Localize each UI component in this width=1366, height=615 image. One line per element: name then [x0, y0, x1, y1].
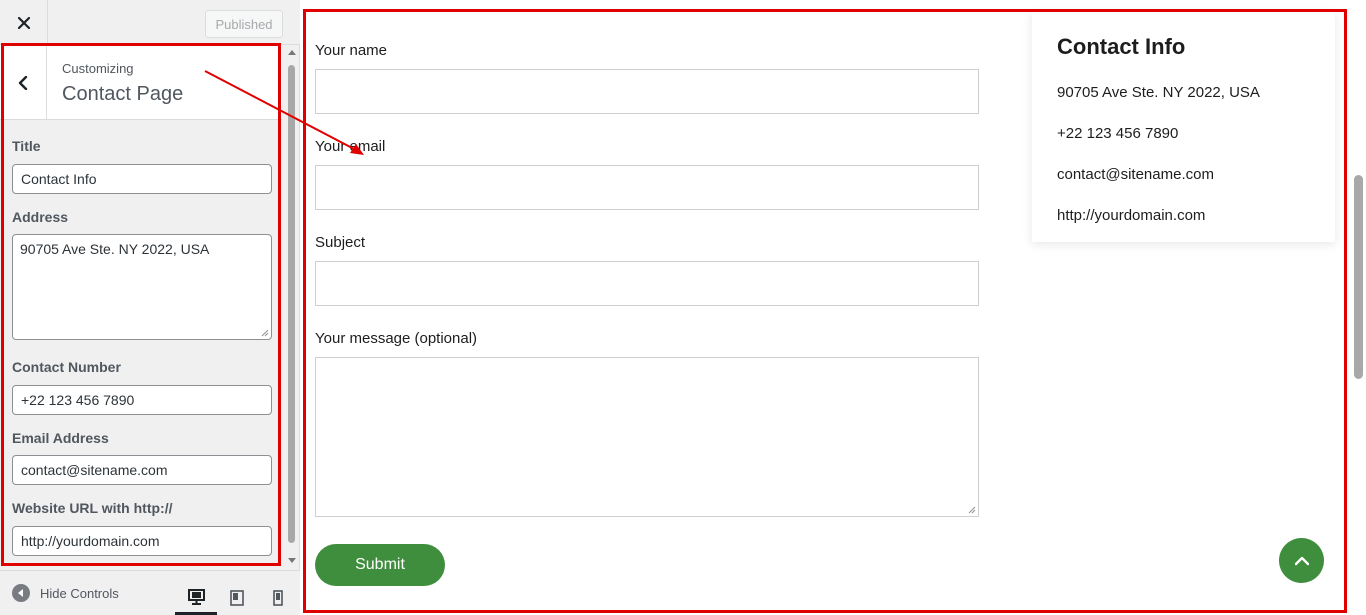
subject-input[interactable] — [315, 261, 979, 306]
customizer-footer: Hide Controls — [0, 570, 300, 615]
preview-scroll-thumb[interactable] — [1354, 175, 1363, 379]
your-email-input[interactable] — [315, 165, 979, 210]
your-name-label: Your name — [315, 42, 387, 59]
breadcrumb: Customizing — [62, 61, 134, 76]
resize-grip-icon[interactable] — [968, 506, 976, 514]
desktop-icon — [187, 588, 205, 605]
customizer-topbar: Published — [0, 0, 300, 45]
close-customizer-button[interactable] — [0, 0, 48, 45]
website-url-label: Website URL with http:// — [12, 500, 173, 516]
sidebar-scrollbar[interactable] — [285, 45, 298, 570]
contact-number-value: +22 123 456 7890 — [21, 392, 135, 408]
hide-controls-label: Hide Controls — [40, 585, 119, 601]
title-input-value: Contact Info — [21, 171, 97, 187]
preview-tablet-button[interactable] — [216, 581, 258, 615]
address-label: Address — [12, 209, 69, 225]
chevron-left-icon — [18, 75, 28, 90]
contact-info-email[interactable]: contact@sitename.com — [1057, 166, 1214, 183]
close-icon — [17, 16, 30, 29]
address-textarea-value: 90705 Ave Ste. NY 2022, USA — [20, 241, 210, 257]
your-email-label: Your email — [315, 138, 386, 155]
back-button[interactable] — [0, 45, 47, 120]
your-name-input[interactable] — [315, 69, 979, 114]
hide-controls-button[interactable]: Hide Controls — [12, 584, 119, 602]
address-textarea[interactable]: 90705 Ave Ste. NY 2022, USA — [12, 234, 272, 340]
subject-label: Subject — [315, 234, 366, 251]
title-label: Title — [12, 138, 41, 154]
mobile-icon — [273, 590, 283, 606]
contact-info-website[interactable]: http://yourdomain.com — [1057, 207, 1205, 224]
contact-info-address: 90705 Ave Ste. NY 2022, USA — [1057, 84, 1260, 101]
tablet-icon — [230, 590, 244, 606]
scroll-down-arrow-icon[interactable] — [288, 558, 296, 563]
email-address-value: contact@sitename.com — [21, 462, 168, 478]
message-textarea[interactable] — [315, 357, 979, 517]
scroll-to-top-button[interactable] — [1279, 538, 1324, 583]
publish-button[interactable]: Published — [205, 10, 283, 38]
website-url-value: http://yourdomain.com — [21, 533, 160, 549]
collapse-icon — [12, 584, 30, 602]
contact-number-label: Contact Number — [12, 359, 121, 375]
contact-number-input[interactable]: +22 123 456 7890 — [12, 385, 272, 415]
email-address-label: Email Address — [12, 430, 109, 446]
website-url-input[interactable]: http://yourdomain.com — [12, 526, 272, 556]
sidebar-scroll-thumb[interactable] — [288, 65, 295, 543]
resize-grip-icon[interactable] — [261, 329, 269, 337]
preview-mobile-button[interactable] — [257, 581, 299, 615]
chevron-up-icon — [1294, 556, 1309, 565]
title-input[interactable]: Contact Info — [12, 164, 272, 194]
preview-desktop-button[interactable] — [175, 581, 217, 615]
scroll-up-arrow-icon[interactable] — [288, 50, 296, 55]
contact-info-phone: +22 123 456 7890 — [1057, 125, 1179, 142]
preview-scrollbar[interactable] — [1352, 0, 1366, 615]
section-header: Customizing Contact Page — [0, 45, 282, 120]
customizer-sidebar: Published Customizing Contact Page Title… — [0, 0, 300, 615]
section-title: Contact Page — [62, 83, 184, 105]
contact-info-title: Contact Info — [1057, 34, 1186, 59]
submit-button[interactable]: Submit — [315, 544, 445, 586]
contact-info-card: Contact Info 90705 Ave Ste. NY 2022, USA… — [1032, 12, 1335, 242]
email-address-input[interactable]: contact@sitename.com — [12, 455, 272, 485]
message-label: Your message (optional) — [315, 330, 478, 347]
